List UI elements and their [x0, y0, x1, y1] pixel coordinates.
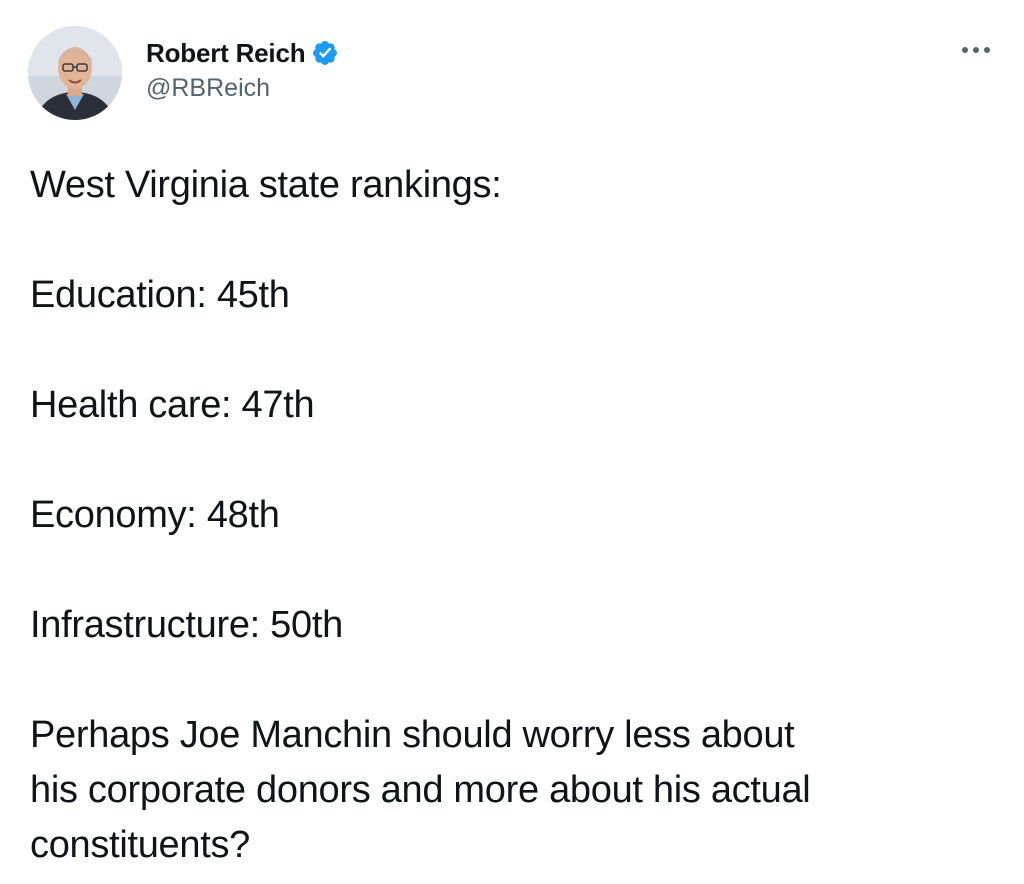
display-name[interactable]: Robert Reich [146, 38, 306, 69]
tweet-line: Perhaps Joe Manchin should worry less ab… [30, 714, 795, 756]
more-horizontal-icon [962, 47, 990, 53]
tweet-line: West Virginia state rankings: [30, 164, 502, 206]
name-row: Robert Reich [146, 36, 339, 70]
profile-photo-icon [28, 26, 122, 120]
tweet-header: Robert Reich @RBReich [28, 26, 1000, 122]
tweet-line: his corporate donors and more about his … [30, 769, 811, 811]
author-block: Robert Reich @RBReich [146, 36, 339, 103]
tweet-line: Infrastructure: 50th [30, 604, 343, 646]
user-handle[interactable]: @RBReich [146, 74, 339, 103]
tweet-line: Health care: 47th [30, 384, 315, 426]
tweet-line: Economy: 48th [30, 494, 280, 536]
verified-badge-icon [311, 39, 339, 67]
tweet-text: West Virginia state rankings: Education:… [30, 158, 994, 873]
tweet-line: Education: 45th [30, 274, 290, 316]
more-options-button[interactable] [958, 38, 994, 62]
avatar[interactable] [28, 26, 122, 120]
tweet-line: constituents? [30, 824, 251, 866]
